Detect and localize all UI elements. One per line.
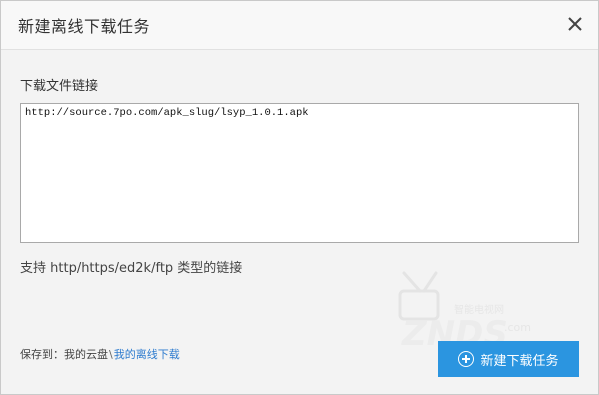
create-download-task-label: 新建下载任务 (480, 353, 559, 369)
watermark-suffix: .com (504, 321, 531, 334)
download-url-input[interactable]: http://source.7po.com/apk_slug/lsyp_1.0.… (20, 103, 579, 243)
dialog-header: 新建离线下载任务 (1, 1, 598, 50)
url-field-label: 下载文件链接 (20, 79, 99, 94)
save-path-root: 我的云盘 (64, 348, 108, 361)
plus-circle-icon (458, 351, 475, 367)
save-location: 保存到：我的云盘\我的离线下载 (20, 346, 180, 362)
save-path-link[interactable]: 我的离线下载 (114, 348, 180, 361)
dialog-title: 新建离线下载任务 (18, 17, 151, 36)
create-download-task-button[interactable]: 新建下载任务 (438, 341, 579, 377)
watermark-tagline: 智能电视网 (454, 303, 504, 316)
save-path-separator: \ (109, 348, 113, 361)
save-location-label: 保存到： (20, 348, 64, 361)
close-icon[interactable] (566, 15, 584, 33)
offline-download-dialog: 新建离线下载任务 下载文件链接 http://source.7po.com/ap… (0, 0, 599, 395)
supported-protocols-hint: 支持 http/https/ed2k/ftp 类型的链接 (20, 261, 243, 276)
